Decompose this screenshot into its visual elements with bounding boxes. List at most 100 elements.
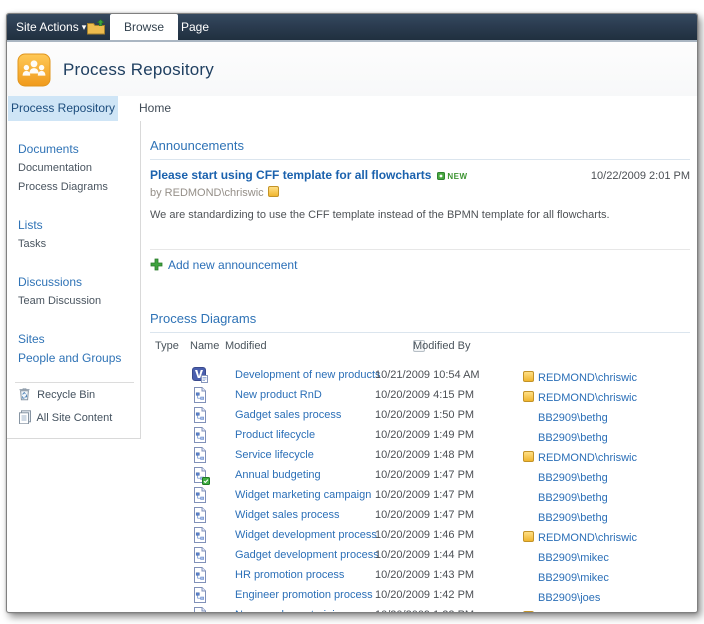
document-link[interactable]: HR promotion process — [235, 569, 344, 581]
tab-page[interactable]: Page — [167, 14, 223, 40]
table-row[interactable]: Product lifecycle 10/20/2009 1:49 PM BB2… — [150, 426, 690, 446]
document-link[interactable]: Widget marketing campaign — [235, 489, 371, 501]
sidebar-section-header[interactable]: Lists — [18, 216, 136, 235]
modified-by-link[interactable]: BB2909\mikec — [538, 552, 609, 564]
document-link[interactable]: Annual budgeting — [235, 469, 321, 481]
modified-date: 10/21/2009 10:54 AM — [375, 369, 480, 381]
table-row[interactable]: Annual budgeting 10/20/2009 1:47 PM BB29… — [150, 466, 690, 486]
document-type-icon — [192, 427, 208, 443]
sidebar-item[interactable]: Tasks — [18, 235, 136, 254]
modified-by-link[interactable]: BB2909\bethg — [538, 492, 608, 504]
table-row[interactable]: Engineer promotion process 10/20/2009 1:… — [150, 586, 690, 606]
document-link[interactable]: Gadget development process — [235, 549, 379, 561]
sidebar-section-header[interactable]: Sites — [18, 330, 136, 349]
sidebar-tool-link[interactable]: Recycle Bin — [18, 385, 136, 408]
modified-by-link[interactable]: REDMOND\chriswic — [538, 612, 637, 613]
main-content: Announcements Please start using CFF tem… — [150, 121, 690, 613]
table-row[interactable]: New employee training 10/20/2009 1:22 PM… — [150, 606, 690, 613]
table-row[interactable]: New product RnD 10/20/2009 4:15 PM REDMO… — [150, 386, 690, 406]
visio-app-icon — [192, 367, 208, 383]
announcement-link[interactable]: Please start using CFF template for all … — [150, 168, 431, 182]
modified-by-cell: BB2909\mikec — [523, 548, 609, 566]
modified-date: 10/20/2009 1:47 PM — [375, 509, 475, 521]
column-header-modified[interactable]: Modified — [225, 340, 267, 352]
modified-by-link[interactable]: BB2909\bethg — [538, 412, 608, 424]
table-row[interactable]: Gadget development process 10/20/2009 1:… — [150, 546, 690, 566]
document-link[interactable]: Product lifecycle — [235, 429, 315, 441]
sidebar-section-header[interactable]: Documents — [18, 140, 136, 159]
table-row[interactable]: Development of new products 10/21/2009 1… — [150, 366, 690, 386]
modified-date: 10/20/2009 4:15 PM — [375, 389, 475, 401]
visio-drawing-icon — [194, 447, 206, 463]
process-diagrams-section-title[interactable]: Process Diagrams — [150, 311, 690, 333]
modified-by-link[interactable]: BB2909\joes — [538, 592, 600, 604]
modified-by-link[interactable]: BB2909\mikec — [538, 572, 609, 584]
chevron-down-icon: ▾ — [81, 22, 87, 32]
modified-by-link[interactable]: REDMOND\chriswic — [538, 392, 637, 404]
announcements-section-title[interactable]: Announcements — [150, 138, 690, 160]
modified-by-cell: BB2909\bethg — [523, 508, 608, 526]
document-type-icon — [192, 587, 208, 603]
modified-by-cell: BB2909\bethg — [523, 408, 608, 426]
sidebar-tool-label: Recycle Bin — [37, 389, 96, 401]
document-link[interactable]: New employee training — [235, 609, 347, 612]
tab-process-repository[interactable]: Process Repository — [8, 96, 118, 121]
recycle-bin-icon — [19, 388, 30, 401]
modified-by-cell: REDMOND\chriswic — [523, 448, 637, 466]
document-link[interactable]: Widget sales process — [235, 509, 340, 521]
table-header-row: Type Name Modified Modified By — [155, 340, 471, 352]
announcement-item: Please start using CFF template for all … — [150, 166, 690, 184]
tab-home[interactable]: Home — [133, 96, 177, 121]
presence-icon — [523, 391, 534, 402]
sidebar-tool-link[interactable]: All Site Content — [18, 408, 136, 431]
sidebar-item[interactable]: Team Discussion — [18, 292, 136, 311]
document-link[interactable]: Service lifecycle — [235, 449, 314, 461]
sidebar-nav: Documents Documentation Process Diagrams Li… — [18, 140, 136, 368]
document-type-icon — [192, 507, 208, 523]
table-row[interactable]: Widget development process 10/20/2009 1:… — [150, 526, 690, 546]
modified-by-cell: BB2909\bethg — [523, 488, 608, 506]
document-link[interactable]: New product RnD — [235, 389, 322, 401]
table-row[interactable]: HR promotion process 10/20/2009 1:43 PM … — [150, 566, 690, 586]
page-title: Process Repository — [63, 60, 214, 79]
document-link[interactable]: Development of new products — [235, 369, 381, 381]
modified-by-link[interactable]: REDMOND\chriswic — [538, 452, 637, 464]
table-row[interactable]: Widget sales process 10/20/2009 1:47 PM … — [150, 506, 690, 526]
modified-by-cell: BB2909\joes — [523, 588, 600, 606]
quick-launch-sidebar: Documents Documentation Process Diagrams Li… — [7, 121, 141, 439]
column-header-name[interactable]: Name — [190, 340, 219, 352]
presence-icon — [523, 371, 534, 382]
sidebar-item[interactable]: Process Diagrams — [18, 178, 136, 197]
sidebar-section-header[interactable]: Discussions — [18, 273, 136, 292]
document-link[interactable]: Widget development process — [235, 529, 377, 541]
new-document-badge-icon — [202, 477, 210, 485]
modified-by-link[interactable]: REDMOND\chriswic — [538, 532, 637, 544]
document-link[interactable]: Gadget sales process — [235, 409, 341, 421]
add-new-announcement-link[interactable]: Add new announcement — [150, 256, 690, 275]
modified-by-link[interactable]: BB2909\bethg — [538, 512, 608, 524]
visio-drawing-icon — [194, 427, 206, 443]
modified-by-link[interactable]: BB2909\bethg — [538, 472, 608, 484]
site-actions-menu[interactable]: Site Actions ▾ — [16, 20, 86, 34]
modified-date: 10/20/2009 1:47 PM — [375, 469, 475, 481]
browser-page: Site Actions ▾ Browse Page Process Repos… — [6, 13, 698, 613]
table-row[interactable]: Service lifecycle 10/20/2009 1:48 PM RED… — [150, 446, 690, 466]
modified-by-link[interactable]: BB2909\bethg — [538, 432, 608, 444]
navigate-up-icon[interactable] — [87, 19, 107, 40]
modified-by-link[interactable]: REDMOND\chriswic — [538, 372, 637, 384]
presence-icon — [523, 611, 534, 612]
site-people-icon[interactable] — [17, 53, 51, 87]
sidebar-section-header[interactable]: People and Groups — [18, 349, 136, 368]
document-link[interactable]: Engineer promotion process — [235, 589, 373, 601]
visio-drawing-icon — [194, 387, 206, 403]
table-row[interactable]: Gadget sales process 10/20/2009 1:50 PM … — [150, 406, 690, 426]
visio-drawing-icon — [194, 547, 206, 563]
column-header-type[interactable]: Type — [155, 340, 179, 352]
modified-by-cell: BB2909\bethg — [523, 428, 608, 446]
sidebar-item[interactable]: Documentation — [18, 159, 136, 178]
announcement-byline: by REDMOND\chriswic — [150, 186, 690, 200]
table-row[interactable]: Widget marketing campaign 10/20/2009 1:4… — [150, 486, 690, 506]
visio-drawing-icon — [194, 587, 206, 603]
modified-by-cell: BB2909\mikec — [523, 568, 609, 586]
modified-by-cell: BB2909\bethg — [523, 468, 608, 486]
